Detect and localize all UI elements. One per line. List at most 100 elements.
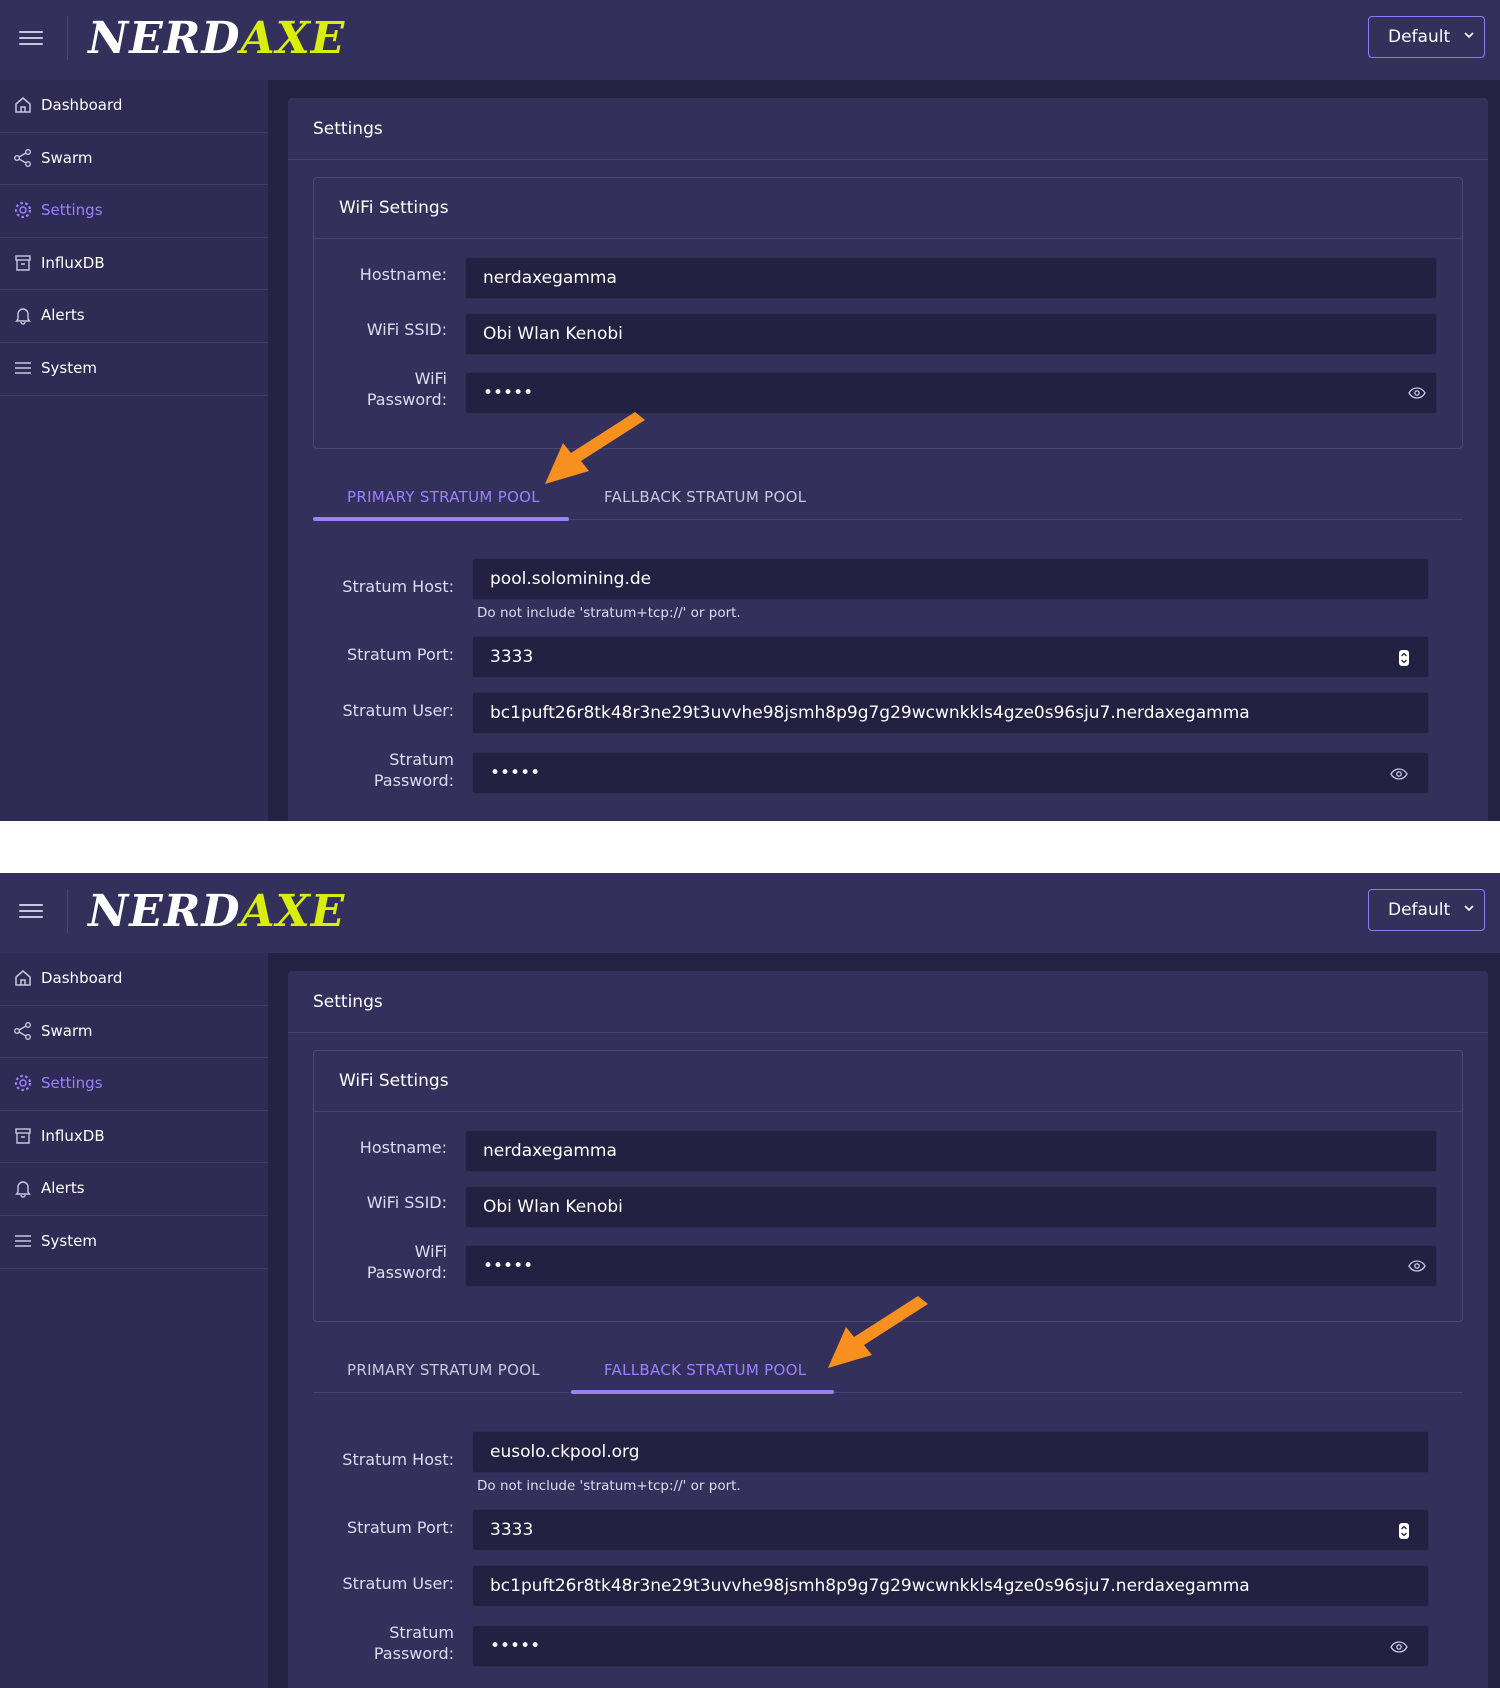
wifi-password-label: WiFi Password: [366,369,447,409]
number-stepper-icon[interactable] [1398,649,1410,667]
stratum-password-label: Stratum Password: [373,750,454,790]
stratum-password-label: Stratum Password: [373,1623,454,1663]
wifi-ssid-input[interactable]: Obi Wlan Kenobi [465,313,1437,355]
screenshot-fallback-pool: NERDAXE Default Dashboard Swarm Settings… [0,873,1500,1688]
divider [67,16,68,60]
wifi-password-label: WiFi Password: [366,1242,447,1282]
number-stepper-icon[interactable] [1398,1522,1410,1540]
database-icon [15,1128,31,1144]
sidebar-item-dashboard[interactable]: Dashboard [0,953,268,1006]
gear-icon [14,1075,32,1092]
sidebar-item-alerts[interactable]: Alerts [0,290,268,343]
hostname-input[interactable]: nerdaxegamma [465,1130,1437,1172]
stratum-user-input[interactable]: bc1puft26r8tk48r3ne29t3uvvhe98jsmh8p9g7g… [472,692,1429,734]
stratum-host-label: Stratum Host: [342,1450,454,1469]
app-logo: NERDAXE [88,886,346,937]
sidebar-item-label: Settings [41,1074,103,1093]
share-icon [14,148,31,167]
sidebar-item-system[interactable]: System [0,343,268,396]
divider [314,1111,1462,1112]
stratum-password-input[interactable]: ••••• [472,1625,1429,1667]
tab-primary-stratum-pool[interactable]: PRIMARY STRATUM POOL [347,1361,540,1379]
menu-toggle-icon[interactable] [19,900,43,920]
stratum-host-label: Stratum Host: [342,577,454,596]
wifi-password-input[interactable]: ••••• [465,1245,1437,1287]
sidebar-item-system[interactable]: System [0,1216,268,1269]
home-icon [15,970,31,986]
wifi-settings-section: WiFi Settings Hostname: nerdaxegamma WiF… [313,177,1463,449]
menu-toggle-icon[interactable] [19,27,43,47]
sidebar-item-swarm[interactable]: Swarm [0,1006,268,1059]
list-icon [15,362,31,374]
stratum-user-label: Stratum User: [342,701,454,720]
sidebar-item-label: Alerts [41,306,85,325]
sidebar-item-label: Dashboard [41,969,123,987]
sidebar-item-alerts[interactable]: Alerts [0,1163,268,1216]
stratum-host-hint: Do not include 'stratum+tcp://' or port. [477,1478,741,1494]
wifi-ssid-label: WiFi SSID: [366,1193,447,1212]
tab-primary-stratum-pool[interactable]: PRIMARY STRATUM POOL [347,488,540,506]
gear-icon [14,202,32,219]
share-icon [14,1021,31,1040]
eye-icon[interactable] [1390,768,1408,780]
sidebar-item-label: Settings [41,201,103,220]
chevron-down-icon [1464,32,1474,39]
stratum-port-input[interactable]: 3333 [472,1509,1429,1551]
page-title: Settings [313,992,383,1012]
sidebar-item-dashboard[interactable]: Dashboard [0,80,268,133]
tab-fallback-stratum-pool[interactable]: FALLBACK STRATUM POOL [604,1361,806,1379]
sidebar-item-label: InfluxDB [41,253,105,272]
sidebar-item-label: Dashboard [41,96,123,114]
bell-icon [15,1181,31,1199]
annotation-arrow-icon [828,1296,928,1368]
theme-select[interactable]: Default [1368,16,1485,58]
stratum-host-input[interactable]: pool.solomining.de [472,558,1429,600]
top-bar: NERDAXE Default [0,873,1500,953]
sidebar-item-influxdb[interactable]: InfluxDB [0,238,268,291]
stratum-user-label: Stratum User: [342,1574,454,1593]
stratum-host-input[interactable]: eusolo.ckpool.org [472,1431,1429,1473]
hostname-label: Hostname: [359,1138,447,1157]
sidebar-item-label: System [41,1231,97,1250]
eye-icon[interactable] [1390,1641,1408,1653]
section-title: WiFi Settings [339,1071,449,1091]
stratum-port-label: Stratum Port: [346,1518,454,1537]
active-tab-indicator [313,517,569,521]
stratum-password-input[interactable]: ••••• [472,752,1429,794]
top-bar: NERDAXE Default [0,0,1500,80]
database-icon [15,255,31,271]
sidebar-item-settings[interactable]: Settings [0,1058,268,1111]
sidebar-item-settings[interactable]: Settings [0,185,268,238]
divider [288,159,1488,160]
screenshot-primary-pool: NERDAXE Default Dashboard Swarm Settings… [0,0,1500,821]
sidebar-item-label: Alerts [41,1179,85,1198]
sidebar: Dashboard Swarm Settings InfluxDB Alerts… [0,80,268,821]
tab-divider [313,1392,1463,1393]
divider [288,1032,1488,1033]
theme-select-value: Default [1388,27,1451,47]
active-tab-indicator [571,1390,834,1394]
home-icon [15,97,31,113]
list-icon [15,1235,31,1247]
sidebar-item-label: Swarm [41,148,93,167]
eye-icon[interactable] [1408,387,1426,399]
section-title: WiFi Settings [339,198,449,218]
sidebar-item-influxdb[interactable]: InfluxDB [0,1111,268,1164]
wifi-ssid-label: WiFi SSID: [366,320,447,339]
chevron-down-icon [1464,905,1474,912]
app-logo: NERDAXE [88,13,346,64]
hostname-input[interactable]: nerdaxegamma [465,257,1437,299]
page-title: Settings [313,119,383,139]
eye-icon[interactable] [1408,1260,1426,1272]
stratum-port-input[interactable]: 3333 [472,636,1429,678]
stratum-host-hint: Do not include 'stratum+tcp://' or port. [477,605,741,621]
divider [67,889,68,933]
wifi-settings-section: WiFi Settings Hostname: nerdaxegamma WiF… [313,1050,1463,1322]
theme-select[interactable]: Default [1368,889,1485,931]
sidebar-item-label: Swarm [41,1021,93,1040]
stratum-user-input[interactable]: bc1puft26r8tk48r3ne29t3uvvhe98jsmh8p9g7g… [472,1565,1429,1607]
sidebar-item-swarm[interactable]: Swarm [0,133,268,186]
stratum-port-label: Stratum Port: [346,645,454,664]
sidebar: Dashboard Swarm Settings InfluxDB Alerts… [0,953,268,1688]
wifi-ssid-input[interactable]: Obi Wlan Kenobi [465,1186,1437,1228]
